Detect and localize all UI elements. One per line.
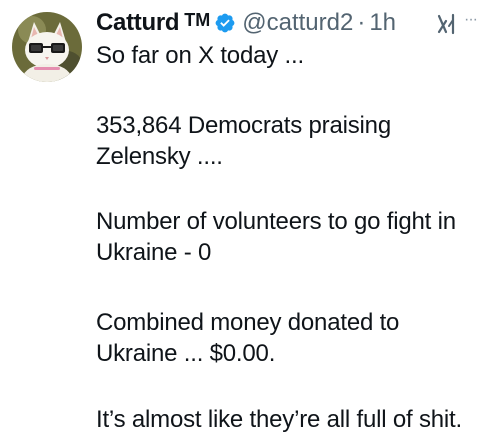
tweet-text-line: Ukraine - 0 (96, 239, 212, 266)
verified-badge-icon (214, 12, 236, 34)
cat-avatar-icon (12, 12, 82, 82)
trademark-mark: TM (184, 9, 211, 30)
tweet-text-line: So far on X today ... (96, 42, 304, 69)
display-name[interactable]: Catturd (96, 9, 180, 37)
tweet-text-line: Zelensky .... (96, 143, 223, 170)
tweet-card: Catturd TM @catturd2 · 1h ··· So far on … (0, 0, 500, 444)
timestamp[interactable]: 1h (369, 9, 396, 37)
tweet-text-line: It’s almost like they’re all full of shi… (96, 406, 462, 433)
tweet-text-line: 353,864 Democrats praising (96, 112, 391, 139)
tweet-text-line: Ukraine ... $0.00. (96, 340, 276, 367)
tweet-header: Catturd TM @catturd2 · 1h (96, 6, 494, 40)
more-options-icon[interactable]: ··· (464, 10, 488, 30)
tweet-text-line: Combined money donated to (96, 309, 400, 336)
tweet-text-line: Number of volunteers to go fight in (96, 208, 456, 235)
grok-icon[interactable] (436, 12, 458, 36)
user-handle[interactable]: @catturd2 (242, 9, 353, 37)
avatar[interactable] (12, 12, 82, 82)
separator-dot: · (357, 9, 366, 36)
